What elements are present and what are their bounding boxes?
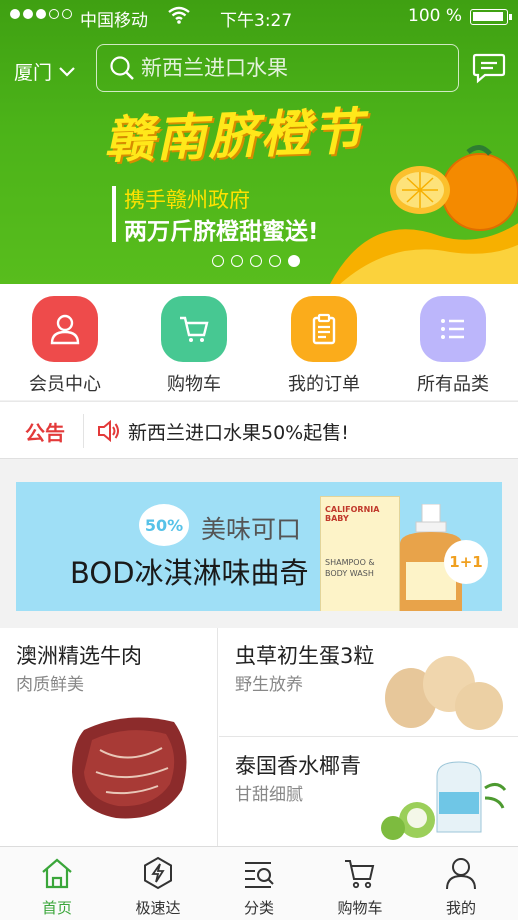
- message-icon: [472, 53, 506, 84]
- deal-badge: 1+1: [444, 540, 488, 584]
- eggs-image: [385, 656, 503, 730]
- lightning-icon: [108, 855, 208, 891]
- speaker-icon: [97, 419, 121, 446]
- list-icon: [420, 296, 486, 362]
- product-grid: 澳洲精选牛肉 肉质鲜美 虫草初生蛋3粒 野生放养 泰国香水椰青 甘甜细腻: [0, 628, 518, 846]
- carousel-dot[interactable]: [250, 255, 262, 267]
- product-title: 泰国香水椰青: [235, 754, 361, 778]
- product-card-coconut[interactable]: 泰国香水椰青 甘甜细腻: [219, 738, 518, 846]
- product-subtitle: 野生放养: [235, 675, 303, 695]
- announcement-bar[interactable]: 公告 新西兰进口水果50%起售!: [0, 401, 518, 459]
- product-title: 虫草初生蛋3粒: [235, 644, 375, 668]
- search-box[interactable]: [96, 44, 459, 92]
- carousel-indicator: [212, 255, 300, 267]
- promo-subtitle: 携手赣州政府: [124, 188, 250, 212]
- divider: [83, 414, 84, 448]
- tab-label: 分类: [243, 899, 274, 917]
- home-icon: [7, 855, 107, 891]
- product-subtitle: 甘甜细腻: [235, 785, 303, 805]
- promo-headline: 两万斤脐橙甜蜜送!: [124, 219, 319, 245]
- announcement-text: 新西兰进口水果50%起售!: [128, 422, 349, 444]
- status-time: 下午3:27: [220, 11, 293, 31]
- tab-mine[interactable]: 我的: [411, 855, 511, 918]
- ad-subtitle: 美味可口: [201, 515, 302, 544]
- announcement-tag: 公告: [25, 421, 65, 445]
- hero-banner[interactable]: 中国移动 下午3:27 100 % 厦门 赣南脐橙节 携手赣州政府 两万斤脐橙甜…: [0, 0, 518, 284]
- product-card-eggs[interactable]: 虫草初生蛋3粒 野生放养: [219, 628, 518, 737]
- carrier-name: 中国移动: [80, 11, 148, 31]
- tab-home[interactable]: 首页: [7, 855, 107, 918]
- promo-title: 赣南脐橙节: [103, 101, 366, 170]
- quick-my-orders[interactable]: 我的订单: [274, 296, 374, 396]
- product-title: 澳洲精选牛肉: [16, 644, 142, 668]
- product-subtitle: 肉质鲜美: [16, 675, 84, 695]
- clipboard-icon: [291, 296, 357, 362]
- cart-icon: [161, 296, 227, 362]
- bottom-tab-bar: 首页 极速达 分类 购物车 我的: [0, 846, 518, 920]
- carousel-dot[interactable]: [269, 255, 281, 267]
- ad-banner[interactable]: 50% 美味可口 BOD冰淇淋味曲奇 CALIFORNIA BABY SHAMP…: [16, 482, 502, 611]
- promo-divider: [112, 186, 116, 242]
- city-selector[interactable]: 厦门: [14, 58, 76, 85]
- cart-icon: [310, 855, 410, 891]
- person-icon: [411, 855, 511, 891]
- message-button[interactable]: [472, 52, 506, 84]
- status-bar: 中国移动 下午3:27 100 %: [0, 0, 518, 34]
- quick-label: 我的订单: [288, 374, 360, 395]
- orange-image: [330, 145, 518, 284]
- carousel-dot-active[interactable]: [288, 255, 300, 267]
- user-icon: [32, 296, 98, 362]
- battery-icon: [470, 9, 512, 25]
- discount-badge: 50%: [139, 504, 189, 546]
- quick-member-center[interactable]: 会员中心: [15, 296, 115, 396]
- carousel-dot[interactable]: [212, 255, 224, 267]
- tab-label: 极速达: [135, 899, 181, 917]
- quick-label: 会员中心: [29, 374, 101, 395]
- city-name: 厦门: [14, 62, 53, 84]
- quick-menu: 会员中心 购物车 我的订单 所有品类: [0, 284, 518, 400]
- quick-label: 购物车: [167, 374, 221, 395]
- tab-label: 我的: [445, 899, 476, 917]
- tab-label: 购物车: [337, 899, 383, 917]
- coconut-image: [381, 761, 507, 840]
- search-icon: [110, 56, 134, 80]
- category-search-icon: [209, 855, 309, 891]
- tab-category[interactable]: 分类: [209, 855, 309, 918]
- product-card-beef[interactable]: 澳洲精选牛肉 肉质鲜美: [0, 628, 218, 846]
- signal-strength-icon: [10, 9, 72, 19]
- beef-image: [72, 717, 187, 819]
- battery-percent: 100 %: [408, 6, 463, 26]
- quick-cart[interactable]: 购物车: [144, 296, 244, 396]
- tab-label: 首页: [41, 899, 72, 917]
- chevron-down-icon: [59, 66, 75, 77]
- quick-label: 所有品类: [417, 374, 489, 395]
- quick-all-categories[interactable]: 所有品类: [403, 296, 503, 396]
- search-input[interactable]: [141, 56, 441, 80]
- ad-title: BOD冰淇淋味曲奇: [70, 556, 309, 590]
- carousel-dot[interactable]: [231, 255, 243, 267]
- tab-cart[interactable]: 购物车: [310, 855, 410, 918]
- wifi-icon: [168, 6, 190, 29]
- tab-express[interactable]: 极速达: [108, 855, 208, 918]
